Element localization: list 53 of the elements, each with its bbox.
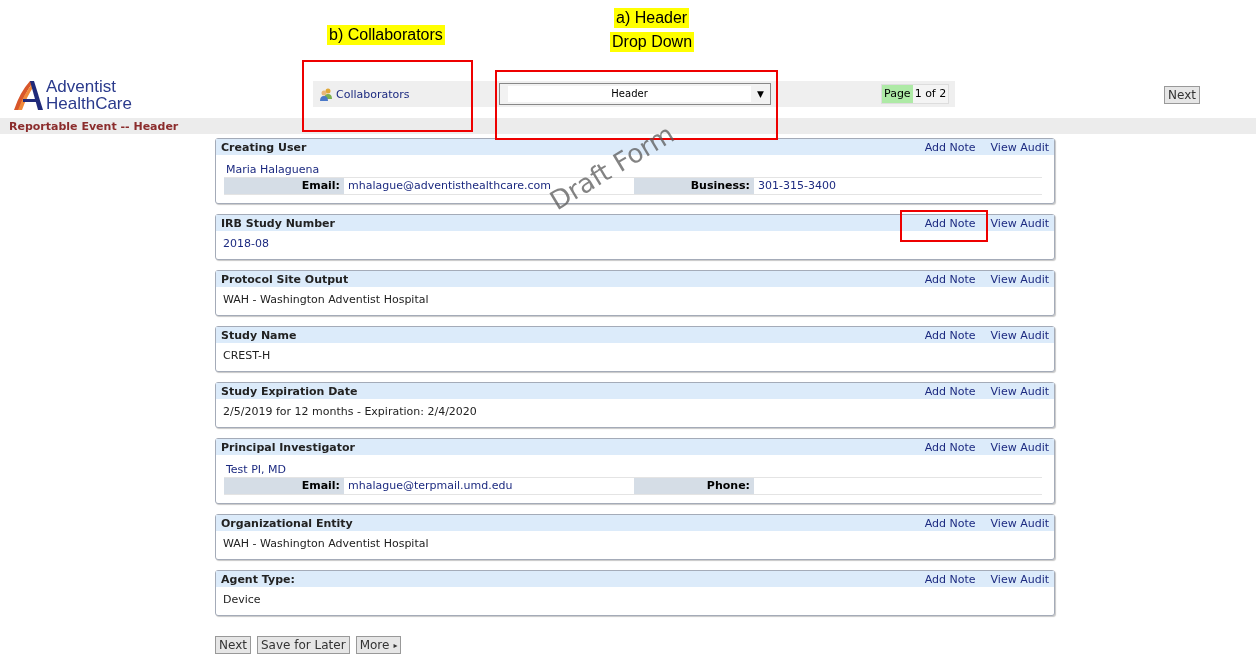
- next-button[interactable]: Next: [1164, 86, 1200, 104]
- view-audit-link[interactable]: View Audit: [990, 328, 1049, 342]
- annotation-label: Drop Down: [610, 32, 695, 52]
- logo-text: Adventist: [46, 78, 117, 95]
- view-audit-link[interactable]: View Audit: [990, 272, 1049, 286]
- section-title: Principal Investigator: [221, 440, 356, 454]
- section-dropdown[interactable]: Header ▼: [499, 83, 771, 105]
- field-label: Business:: [634, 178, 754, 194]
- annotation-label: b) Collaborators: [327, 25, 445, 45]
- collaborators-link[interactable]: Collaborators: [319, 87, 494, 101]
- page-count: 1 of 2: [912, 85, 949, 103]
- section-value: Device: [222, 592, 262, 608]
- form-button[interactable]: Next: [215, 636, 251, 654]
- section-title: Study Name: [221, 328, 298, 342]
- more-menu-button[interactable]: More ▸: [355, 636, 402, 654]
- field-value: mhalague@adventisthealthcare.com: [348, 179, 551, 192]
- section-title: Agent Type:: [221, 572, 296, 586]
- view-audit-link[interactable]: View Audit: [990, 216, 1049, 230]
- page-label: Page: [882, 85, 913, 103]
- dropdown-arrow: ▼: [757, 89, 764, 99]
- form-button[interactable]: Save for Later: [256, 636, 350, 654]
- view-audit-link[interactable]: View Audit: [990, 384, 1049, 398]
- add-note-link[interactable]: Add Note: [924, 572, 976, 586]
- section-title: Protocol Site Output: [221, 272, 350, 286]
- add-note-link[interactable]: Add Note: [924, 384, 976, 398]
- add-note-link[interactable]: Add Note: [924, 216, 976, 230]
- section-value: 2/5/2019 for 12 months - Expiration: 2/4/2020: [222, 404, 478, 420]
- add-note-link[interactable]: Add Note: [924, 440, 976, 454]
- section-title: Study Expiration Date: [221, 384, 359, 398]
- field-value: mhalague@terpmail.umd.edu: [348, 479, 513, 492]
- section-title: Organizational Entity: [221, 516, 354, 530]
- section-value: CREST-H: [222, 348, 272, 364]
- view-audit-link[interactable]: View Audit: [990, 572, 1049, 586]
- logo-text: HealthCare: [46, 95, 132, 112]
- section-value: 2018-08: [222, 236, 270, 252]
- add-note-link[interactable]: Add Note: [924, 328, 976, 342]
- add-note-link[interactable]: Add Note: [924, 272, 976, 286]
- page-title: Reportable Event -- Header: [9, 119, 179, 133]
- field-label: Email:: [224, 178, 344, 194]
- annotation-label: a) Header: [614, 8, 690, 28]
- dropdown-value: Header: [508, 86, 752, 102]
- field-label: Phone:: [634, 478, 754, 494]
- add-note-link[interactable]: Add Note: [924, 140, 976, 154]
- field-label: Email:: [224, 478, 344, 494]
- section-title: IRB Study Number: [221, 216, 336, 230]
- section-value: WAH - Washington Adventist Hospital: [222, 536, 430, 552]
- section-value: WAH - Washington Adventist Hospital: [222, 292, 430, 308]
- view-audit-link[interactable]: View Audit: [990, 516, 1049, 530]
- add-note-link[interactable]: Add Note: [924, 516, 976, 530]
- view-audit-link[interactable]: View Audit: [990, 440, 1049, 454]
- view-audit-link[interactable]: View Audit: [990, 140, 1049, 154]
- people-icon: [319, 87, 333, 101]
- field-value: 301-315-3400: [758, 179, 836, 192]
